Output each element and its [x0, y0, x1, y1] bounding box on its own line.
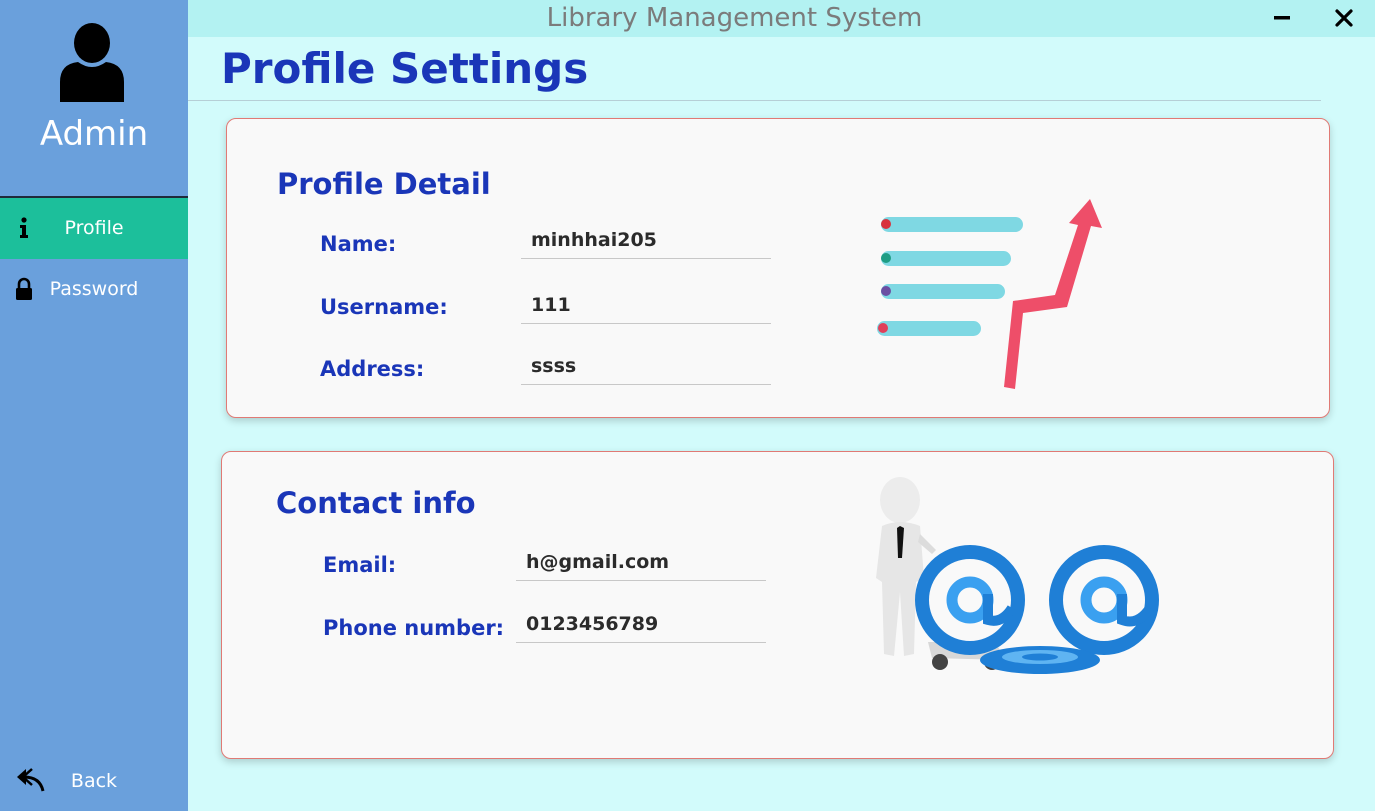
sidebar-item-label: Password — [49, 278, 139, 300]
page-title: Profile Settings — [221, 44, 589, 93]
back-label: Back — [70, 770, 118, 792]
email-cart-illustration — [876, 477, 1159, 674]
heading-divider — [188, 100, 1321, 101]
address-label: Address: — [320, 357, 425, 381]
minimize-icon — [1274, 16, 1290, 20]
email-field[interactable]: h@gmail.com — [516, 549, 766, 581]
name-field[interactable]: minhhai205 — [521, 227, 771, 259]
profile-detail-card: Profile Detail Name: minhhai205 Username… — [226, 118, 1330, 418]
username-field[interactable]: 111 — [521, 292, 771, 324]
profile-detail-title: Profile Detail — [277, 167, 491, 201]
close-icon — [1335, 9, 1353, 27]
growth-chart-illustration — [877, 199, 1102, 389]
email-label: Email: — [323, 553, 397, 577]
sidebar-item-password[interactable]: Password — [0, 259, 188, 320]
sidebar: Admin Profile Password Back — [0, 0, 188, 811]
phone-field[interactable]: 0123456789 — [516, 611, 766, 643]
user-icon — [60, 23, 124, 102]
username-label: Username: — [320, 295, 448, 319]
admin-username: Admin — [39, 114, 149, 154]
name-label: Name: — [320, 232, 397, 256]
app-title: Library Management System — [546, 3, 923, 33]
sidebar-item-label: Profile — [64, 217, 124, 239]
minimize-button[interactable] — [1261, 0, 1301, 37]
phone-label: Phone number: — [323, 616, 505, 640]
title-bar: Library Management System — [188, 0, 1375, 37]
back-button[interactable]: Back — [0, 755, 188, 807]
address-field[interactable]: ssss — [521, 353, 771, 385]
close-button[interactable] — [1324, 0, 1364, 37]
contact-info-title: Contact info — [276, 486, 476, 520]
contact-info-card: Contact info Email: h@gmail.com Phone nu… — [221, 451, 1334, 759]
sidebar-item-profile[interactable]: Profile — [0, 198, 188, 259]
